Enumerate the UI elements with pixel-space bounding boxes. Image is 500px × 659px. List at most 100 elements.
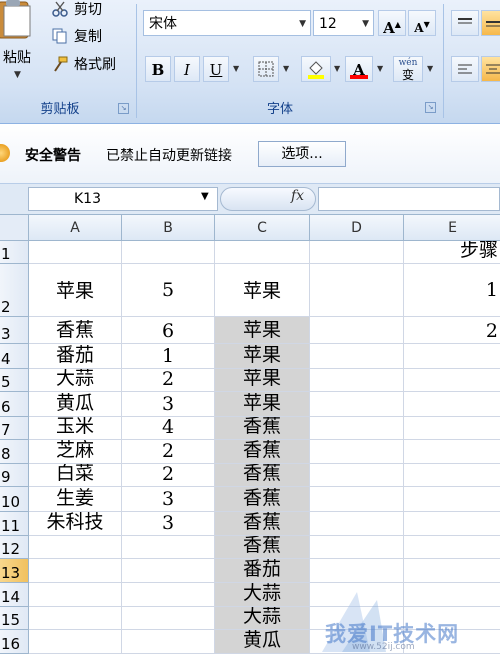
- border-button[interactable]: [253, 56, 279, 82]
- column-header-a[interactable]: A: [29, 215, 122, 241]
- clipboard-launcher-icon[interactable]: ↘: [118, 103, 129, 114]
- name-box[interactable]: K13: [28, 187, 218, 211]
- cell-a3[interactable]: 香蕉: [29, 317, 122, 344]
- cell-d8[interactable]: [310, 440, 404, 464]
- row-header[interactable]: 8: [0, 440, 29, 464]
- row-header[interactable]: 13: [0, 559, 29, 583]
- column-header-b[interactable]: B: [122, 215, 215, 241]
- cell-a1[interactable]: [29, 241, 122, 264]
- underline-dropdown-icon[interactable]: ▼: [233, 64, 239, 73]
- formula-input[interactable]: [318, 187, 500, 211]
- font-launcher-icon[interactable]: ↘: [425, 102, 436, 113]
- cell-a2[interactable]: 苹果: [29, 264, 122, 317]
- cell-d2[interactable]: [310, 264, 404, 317]
- cell-c11[interactable]: 香蕉: [215, 512, 310, 536]
- cell-b13[interactable]: [122, 559, 215, 583]
- cell-c7[interactable]: 香蕉: [215, 417, 310, 440]
- bold-button[interactable]: B: [145, 56, 171, 82]
- cell-b10[interactable]: 3: [122, 487, 215, 512]
- row-header[interactable]: 16: [0, 630, 29, 654]
- cell-e7[interactable]: [404, 417, 500, 440]
- align-center-button[interactable]: [481, 56, 500, 82]
- cell-e6[interactable]: [404, 392, 500, 417]
- cell-d13[interactable]: [310, 559, 404, 583]
- cell-c6[interactable]: 苹果: [215, 392, 310, 417]
- phonetic-button[interactable]: wén 变: [393, 56, 423, 82]
- cell-d6[interactable]: [310, 392, 404, 417]
- cell-a12[interactable]: [29, 536, 122, 559]
- cell-e10[interactable]: [404, 487, 500, 512]
- row-header[interactable]: 4: [0, 344, 29, 369]
- row-header[interactable]: 15: [0, 607, 29, 630]
- cell-a5[interactable]: 大蒜: [29, 369, 122, 392]
- row-header[interactable]: 9: [0, 464, 29, 487]
- cell-b2[interactable]: 5: [122, 264, 215, 317]
- cell-b4[interactable]: 1: [122, 344, 215, 369]
- cell-a6[interactable]: 黄瓜: [29, 392, 122, 417]
- cell-c10[interactable]: 香蕉: [215, 487, 310, 512]
- cell-c4[interactable]: 苹果: [215, 344, 310, 369]
- select-all-corner[interactable]: [0, 215, 29, 241]
- cell-a16[interactable]: [29, 630, 122, 654]
- border-dropdown-icon[interactable]: ▼: [283, 64, 289, 73]
- cell-d1[interactable]: [310, 241, 404, 264]
- italic-button[interactable]: I: [174, 56, 200, 82]
- cell-a8[interactable]: 芝麻: [29, 440, 122, 464]
- cell-a13[interactable]: [29, 559, 122, 583]
- cell-e2[interactable]: 1: [404, 264, 500, 317]
- cell-d9[interactable]: [310, 464, 404, 487]
- row-header[interactable]: 10: [0, 487, 29, 512]
- row-header[interactable]: 2: [0, 264, 29, 317]
- row-header[interactable]: 3: [0, 317, 29, 344]
- cell-e9[interactable]: [404, 464, 500, 487]
- shrink-font-button[interactable]: A▼: [408, 10, 436, 36]
- cell-b11[interactable]: 3: [122, 512, 215, 536]
- row-header[interactable]: 12: [0, 536, 29, 559]
- cell-b6[interactable]: 3: [122, 392, 215, 417]
- cell-c13[interactable]: 番茄: [215, 559, 310, 583]
- cell-a14[interactable]: [29, 583, 122, 607]
- paste-icon[interactable]: [0, 0, 38, 40]
- cell-b7[interactable]: 4: [122, 417, 215, 440]
- cell-d11[interactable]: [310, 512, 404, 536]
- align-left-button[interactable]: [451, 56, 479, 82]
- cell-e11[interactable]: [404, 512, 500, 536]
- cell-c1[interactable]: [215, 241, 310, 264]
- cell-b1[interactable]: [122, 241, 215, 264]
- cell-e1[interactable]: 步骤: [404, 241, 500, 264]
- row-header[interactable]: 7: [0, 417, 29, 440]
- cell-e12[interactable]: [404, 536, 500, 559]
- font-size-dropdown-icon[interactable]: ▼: [362, 11, 369, 37]
- cell-d12[interactable]: [310, 536, 404, 559]
- cell-d5[interactable]: [310, 369, 404, 392]
- row-header[interactable]: 6: [0, 392, 29, 417]
- insert-function-icon[interactable]: fx: [291, 188, 304, 204]
- cell-b16[interactable]: [122, 630, 215, 654]
- grow-font-button[interactable]: A▲: [378, 10, 406, 37]
- cell-b9[interactable]: 2: [122, 464, 215, 487]
- format-painter-button[interactable]: 格式刷: [52, 54, 116, 76]
- row-header[interactable]: 5: [0, 369, 29, 392]
- cell-d7[interactable]: [310, 417, 404, 440]
- cell-e13[interactable]: [404, 559, 500, 583]
- cell-e5[interactable]: [404, 369, 500, 392]
- cell-a11[interactable]: 朱科技: [29, 512, 122, 536]
- cell-a10[interactable]: 生姜: [29, 487, 122, 512]
- cut-button[interactable]: 剪切: [52, 0, 102, 21]
- row-header[interactable]: 1: [0, 241, 29, 264]
- font-size-box[interactable]: 12 ▼: [313, 10, 374, 36]
- column-header-e[interactable]: E: [404, 215, 500, 241]
- cell-d3[interactable]: [310, 317, 404, 344]
- phonetic-dropdown-icon[interactable]: ▼: [427, 64, 433, 73]
- cell-c12[interactable]: 香蕉: [215, 536, 310, 559]
- cell-c9[interactable]: 香蕉: [215, 464, 310, 487]
- cell-e4[interactable]: [404, 344, 500, 369]
- underline-button[interactable]: U: [203, 56, 229, 82]
- security-options-button[interactable]: 选项...: [258, 141, 346, 167]
- column-header-d[interactable]: D: [310, 215, 404, 241]
- align-top-button[interactable]: [451, 10, 479, 36]
- fill-dropdown-icon[interactable]: ▼: [334, 64, 340, 73]
- cell-b5[interactable]: 2: [122, 369, 215, 392]
- cell-b12[interactable]: [122, 536, 215, 559]
- cell-a15[interactable]: [29, 607, 122, 630]
